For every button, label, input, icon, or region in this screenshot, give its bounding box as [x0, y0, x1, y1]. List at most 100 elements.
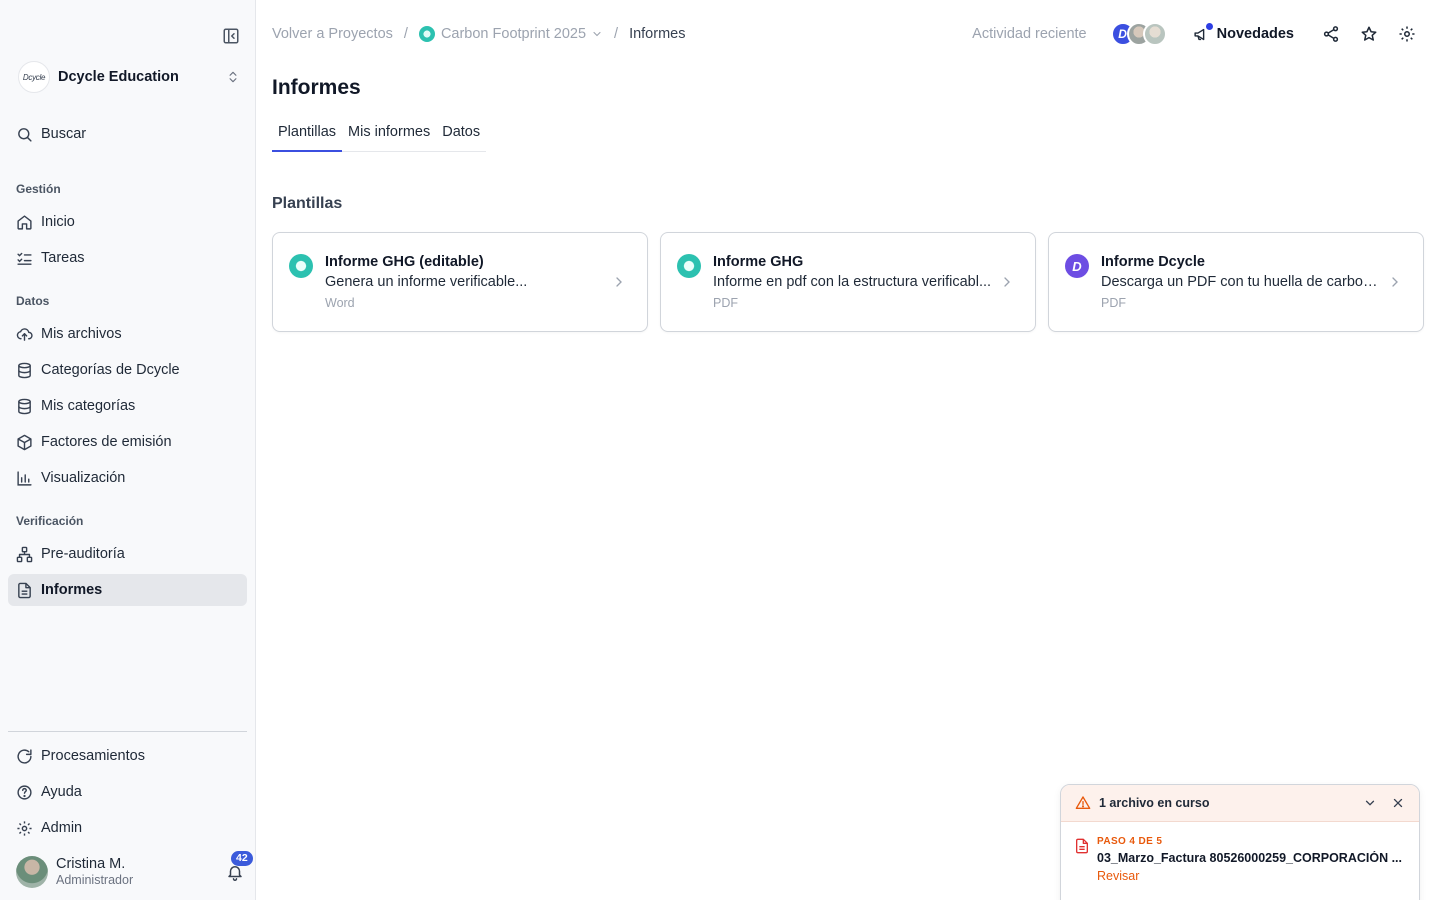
card-title: Informe GHG (editable) — [325, 254, 484, 270]
teal-circle-icon — [289, 254, 313, 278]
chevrons-up-down-icon — [229, 71, 237, 83]
back-to-projects-link[interactable]: Volver a Proyectos — [272, 26, 393, 42]
database-icon — [18, 398, 31, 414]
sidebar-item-label: Factores de emisión — [41, 434, 172, 450]
star-icon[interactable] — [1360, 25, 1378, 43]
section-label-gestion: Gestión — [16, 182, 61, 196]
sidebar-item-label: Tareas — [41, 250, 85, 266]
tab-plantillas[interactable]: Plantillas — [272, 121, 343, 152]
user-role: Administrador — [56, 873, 134, 887]
news-label: Novedades — [1216, 26, 1294, 42]
sidebar-item-procesamientos[interactable]: Procesamientos — [8, 740, 247, 772]
sidebar-item-informes[interactable]: Informes — [8, 574, 247, 606]
upload-panel-header: 1 archivo en curso — [1061, 785, 1419, 822]
sidebar-item-mis-archivos[interactable]: Mis archivos — [8, 318, 247, 350]
upload-item: PASO 4 DE 5 03_Marzo_Factura 80526000259… — [1061, 822, 1419, 883]
sidebar-item-label: Procesamientos — [41, 748, 145, 764]
file-text-icon — [18, 582, 31, 598]
box-icon — [17, 434, 32, 450]
upload-step: PASO 4 DE 5 — [1097, 836, 1163, 847]
project-icon — [418, 26, 435, 42]
user-name: Cristina M. — [56, 856, 126, 872]
sidebar-item-label: Categorías de Dcycle — [41, 362, 180, 378]
sidebar-item-visualizacion[interactable]: Visualización — [8, 462, 247, 494]
teal-circle-icon — [677, 254, 701, 278]
card-title: Informe Dcycle — [1101, 254, 1205, 270]
org-name: Dcycle Education — [58, 69, 179, 85]
search-button[interactable]: Buscar — [8, 118, 247, 150]
gear-icon — [17, 820, 32, 836]
sidebar-item-label: Ayuda — [41, 784, 82, 800]
sidebar-item-label: Inicio — [41, 214, 75, 230]
avatar — [1142, 22, 1167, 46]
tabs: Plantillas Mis informes Datos — [272, 121, 487, 152]
database-icon — [18, 362, 31, 378]
cloud-upload-icon — [16, 327, 33, 341]
sidebar-item-factores[interactable]: Factores de emisión — [8, 426, 247, 458]
card-description: Genera un informe verificable... — [325, 274, 528, 290]
sidebar-item-mis-categorias[interactable]: Mis categorías — [8, 390, 247, 422]
sidebar-item-admin[interactable]: Admin — [8, 812, 247, 844]
sidebar-item-ayuda[interactable]: Ayuda — [8, 776, 247, 808]
sidebar-item-label: Admin — [41, 820, 83, 836]
chevron-right-icon — [616, 277, 622, 287]
search-label: Buscar — [41, 126, 87, 142]
chevron-right-icon — [1004, 277, 1010, 287]
search-icon — [18, 127, 32, 142]
bar-chart-icon — [17, 470, 32, 486]
card-type: Word — [325, 296, 355, 310]
recent-activity-link[interactable]: Actividad reciente — [972, 26, 1086, 42]
tab-datos[interactable]: Datos — [436, 121, 486, 152]
sidebar-item-inicio[interactable]: Inicio — [8, 206, 247, 238]
chevron-down-icon[interactable] — [1363, 796, 1377, 810]
section-label-verificacion: Verificación — [16, 514, 84, 528]
template-card-ghg-editable[interactable]: Informe GHG (editable) Genera un informe… — [272, 232, 648, 332]
sidebar-item-label: Mis categorías — [41, 398, 136, 414]
sidebar-item-label: Mis archivos — [41, 326, 122, 342]
sidebar-item-tareas[interactable]: Tareas — [8, 242, 247, 274]
card-type: PDF — [1101, 296, 1126, 310]
chevron-down-icon — [593, 31, 601, 37]
checklist-icon — [17, 252, 32, 265]
dcycle-logo-icon: D — [1065, 254, 1089, 278]
file-icon — [1075, 838, 1088, 854]
gear-icon[interactable] — [1398, 25, 1416, 43]
section-title: Plantillas — [272, 195, 343, 212]
breadcrumb-current: Informes — [629, 26, 686, 42]
user-info: Cristina M. Administrador — [56, 856, 226, 888]
sidebar: Dcycle Dcycle Education Buscar Gestión I… — [0, 0, 256, 900]
card-type: PDF — [713, 296, 738, 310]
project-name: Carbon Footprint 2025 — [440, 26, 587, 42]
upload-filename: 03_Marzo_Factura 80526000259_CORPORACIÓN… — [1097, 851, 1403, 865]
close-icon[interactable] — [1391, 796, 1405, 810]
news-button[interactable]: Novedades — [1193, 22, 1294, 43]
refresh-icon — [17, 748, 32, 764]
page-title: Informes — [272, 76, 361, 99]
upload-panel-title: 1 archivo en curso — [1099, 796, 1210, 810]
org-logo: Dcycle — [18, 61, 50, 93]
project-selector[interactable]: Carbon Footprint 2025 — [418, 26, 603, 42]
review-link[interactable]: Revisar — [1097, 869, 1405, 883]
user-profile[interactable]: Cristina M. Administrador 42 — [16, 851, 253, 889]
template-card-ghg[interactable]: Informe GHG Informe en pdf con la estruc… — [660, 232, 1036, 332]
header-actions: Actividad reciente D Novedades — [972, 20, 1416, 48]
template-card-dcycle[interactable]: D Informe Dcycle Descarga un PDF con tu … — [1048, 232, 1424, 332]
org-switcher[interactable]: Dcycle Dcycle Education — [18, 60, 240, 94]
section-label-datos: Datos — [16, 294, 50, 308]
collaborator-avatars[interactable]: D — [1110, 22, 1167, 46]
avatar — [16, 856, 48, 888]
home-icon — [17, 214, 32, 230]
chevron-right-icon — [1392, 277, 1398, 287]
collapse-sidebar-icon[interactable] — [222, 27, 240, 45]
share-icon[interactable] — [1322, 25, 1340, 43]
card-title: Informe GHG — [713, 254, 804, 270]
sidebar-item-categorias-dcycle[interactable]: Categorías de Dcycle — [8, 354, 247, 386]
tab-mis-informes[interactable]: Mis informes — [342, 121, 436, 152]
sidebar-item-label: Informes — [41, 582, 103, 598]
news-unread-dot — [1205, 22, 1213, 30]
sidebar-item-label: Pre-auditoría — [41, 546, 125, 562]
sidebar-item-preauditoria[interactable]: Pre-auditoría — [8, 538, 247, 570]
notifications-button[interactable]: 42 — [226, 851, 253, 881]
card-description: Descarga un PDF con tu huella de carbon.… — [1101, 274, 1381, 290]
breadcrumb-separator: / — [403, 26, 408, 42]
